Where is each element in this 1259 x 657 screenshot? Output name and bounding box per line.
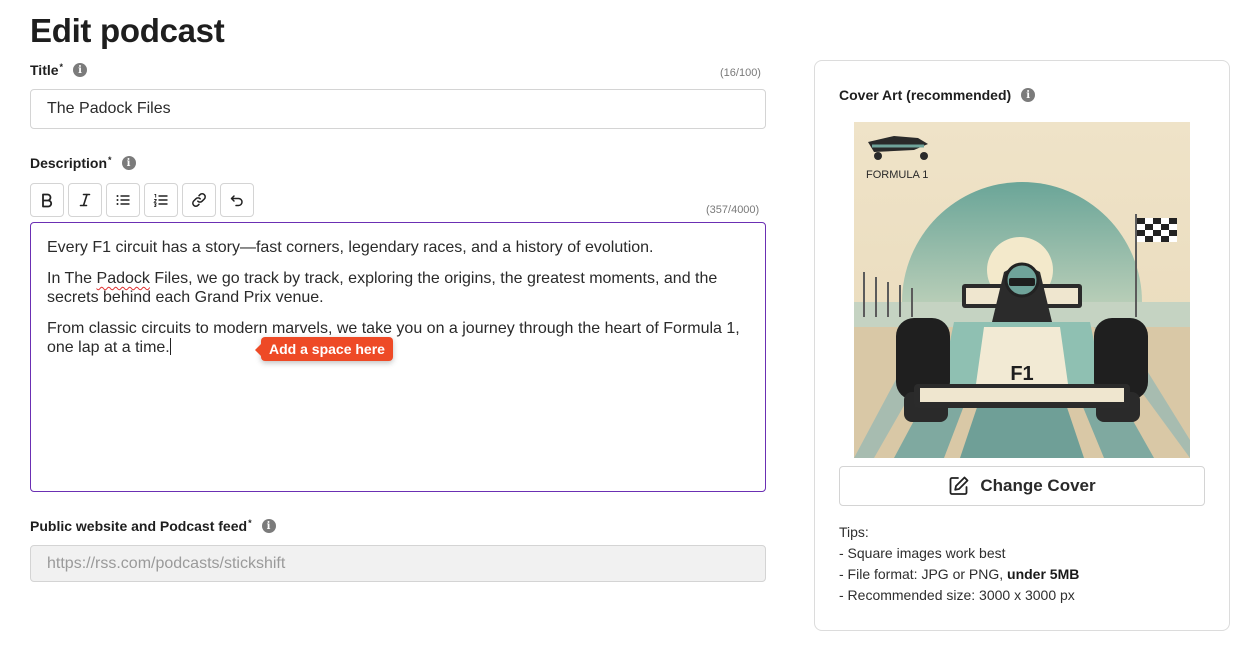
cover-tips: Tips: - Square images work best - File f… xyxy=(839,522,1079,606)
required-mark: * xyxy=(248,518,252,528)
italic-button[interactable] xyxy=(68,183,102,217)
cover-illustration: FORMULA 1 F1 xyxy=(854,122,1190,458)
description-label-text: Description xyxy=(30,155,108,171)
info-icon[interactable]: i xyxy=(261,519,276,533)
description-paragraph-3: From classic circuits to modern marvels,… xyxy=(47,319,749,357)
tip-size: - Recommended size: 3000 x 3000 px xyxy=(839,587,1075,603)
link-icon xyxy=(192,193,206,207)
title-counter: (16/100) xyxy=(720,67,761,79)
description-paragraph-1: Every F1 circuit has a story—fast corner… xyxy=(47,239,654,256)
numbered-list-button[interactable] xyxy=(144,183,178,217)
feed-url-input[interactable]: https://rss.com/podcasts/stickshift xyxy=(30,545,766,582)
page-title: Edit podcast xyxy=(30,12,225,49)
edit-icon xyxy=(949,476,969,495)
tip-format-size: under 5MB xyxy=(1007,566,1080,582)
change-cover-label: Change Cover xyxy=(980,476,1096,495)
tips-heading: Tips: xyxy=(839,524,869,540)
info-icon[interactable]: i xyxy=(121,156,136,170)
description-counter: (357/4000) xyxy=(706,204,760,216)
tip-format-text: - File format: JPG or PNG, xyxy=(839,566,1008,582)
title-label-text: Title xyxy=(30,62,59,78)
numbered-list-icon xyxy=(153,194,168,207)
text-caret xyxy=(169,338,171,355)
description-label: Description * i xyxy=(30,155,136,171)
link-button[interactable] xyxy=(182,183,216,217)
misspelled-word[interactable]: Padock xyxy=(97,270,150,287)
cover-art-label: Cover Art (recommended) i xyxy=(839,87,1036,103)
required-mark: * xyxy=(59,62,64,72)
info-icon[interactable]: i xyxy=(1021,88,1036,102)
description-editor[interactable]: Every F1 circuit has a story—fast corner… xyxy=(30,222,766,492)
cover-art-label-text: Cover Art (recommended) xyxy=(839,87,1012,103)
undo-button[interactable] xyxy=(220,183,254,217)
title-input[interactable]: The Padock Files xyxy=(30,89,766,129)
italic-icon xyxy=(79,193,91,207)
description-paragraph-2: In The Padock Files, we go track by trac… xyxy=(47,269,749,307)
required-mark: * xyxy=(108,155,112,165)
paragraph-3-text: From classic circuits to modern marvels,… xyxy=(47,320,740,356)
bold-icon xyxy=(42,193,53,208)
tip-square: - Square images work best xyxy=(839,545,1006,561)
logo-text: FORMULA 1 xyxy=(866,169,928,181)
bullet-list-icon xyxy=(116,195,130,205)
editor-toolbar xyxy=(30,183,254,217)
title-label: Title * i xyxy=(30,62,88,78)
change-cover-button[interactable]: Change Cover xyxy=(839,466,1205,506)
tip-format: - File format: JPG or PNG, under 5MB xyxy=(839,564,1079,585)
cover-art-image: FORMULA 1 F1 xyxy=(854,122,1190,458)
feed-label: Public website and Podcast feed * i xyxy=(30,518,276,534)
feed-label-text: Public website and Podcast feed xyxy=(30,518,248,534)
hint-tooltip: Add a space here xyxy=(255,337,393,361)
car-number-text: F1 xyxy=(1010,363,1033,385)
title-input-value: The Padock Files xyxy=(47,100,171,117)
undo-icon xyxy=(230,195,243,207)
info-icon[interactable]: i xyxy=(73,63,88,77)
paragraph-2-text-start: In The xyxy=(47,270,97,287)
feed-url-placeholder: https://rss.com/podcasts/stickshift xyxy=(47,554,286,572)
bold-button[interactable] xyxy=(30,183,64,217)
bullet-list-button[interactable] xyxy=(106,183,140,217)
